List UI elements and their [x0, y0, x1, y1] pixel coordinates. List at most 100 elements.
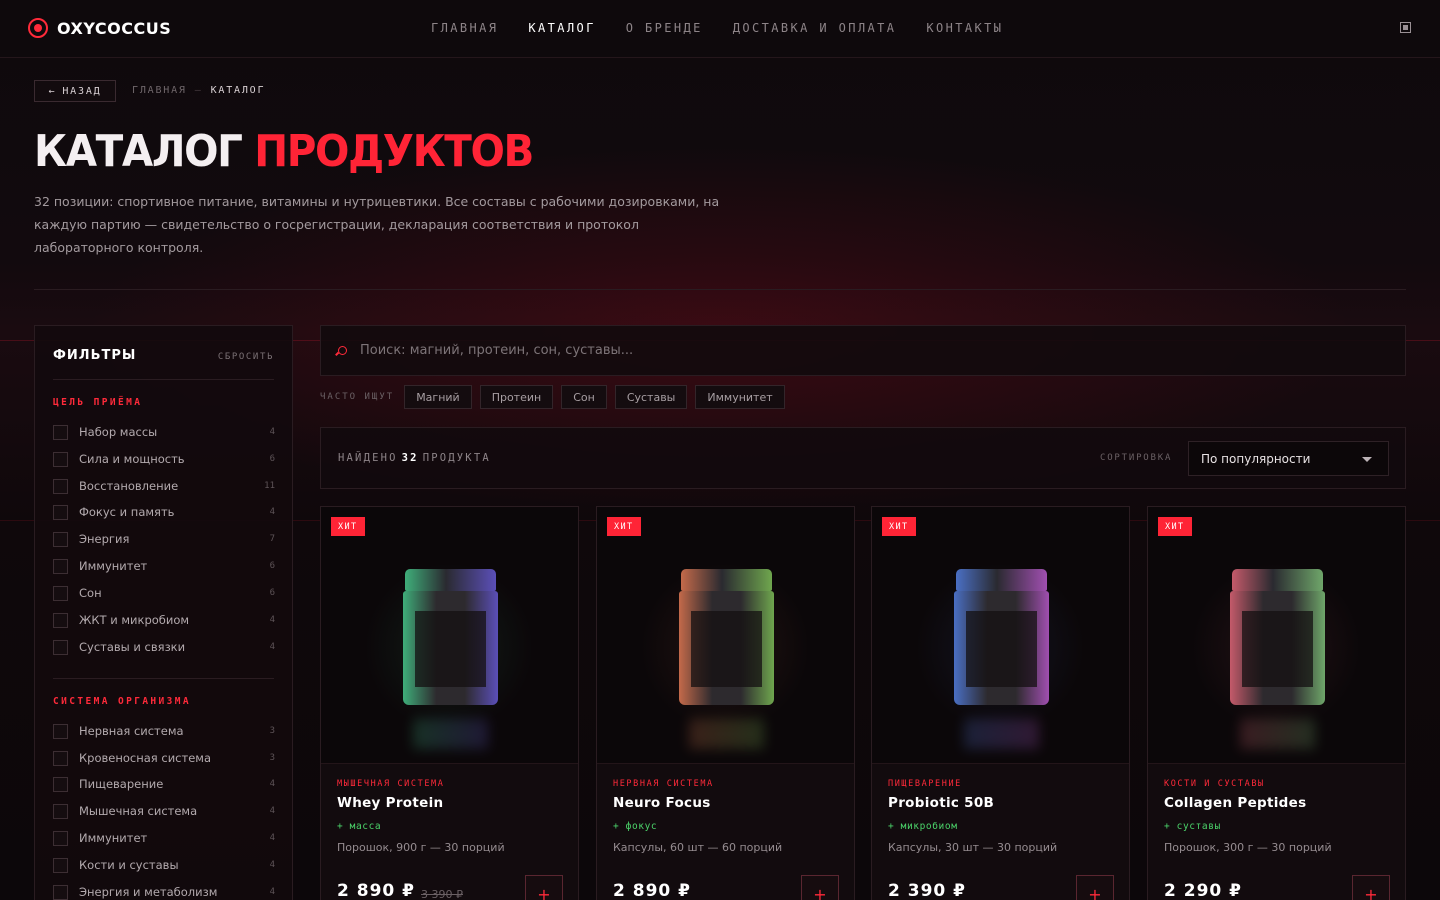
add-to-cart-button[interactable]: + [1076, 875, 1114, 900]
checkbox[interactable] [53, 451, 68, 467]
product-category: КОСТИ И СУСТАВЫ [1164, 779, 1265, 789]
reset-filters-button[interactable]: СБРОСИТЬ [218, 352, 274, 362]
divider [53, 379, 274, 380]
page-title-main: КАТАЛОГ [34, 126, 243, 177]
product-price: 2 890 ₽ [337, 881, 415, 900]
filter-option[interactable]: ЖКТ и микробиом 4 [53, 611, 275, 629]
product-jar-icon [1230, 569, 1325, 749]
checkbox[interactable] [53, 504, 68, 520]
hit-badge: ХИТ [882, 517, 916, 536]
search-chip[interactable]: Суставы [614, 385, 688, 409]
filter-option[interactable]: Фокус и память 4 [53, 503, 275, 521]
filter-option-label: Кровеносная система [79, 751, 211, 765]
product-name[interactable]: Probiotic 50B [888, 795, 994, 811]
product-category: ПИЩЕВАРЕНИЕ [888, 779, 962, 789]
product-price: 2 890 ₽ [613, 881, 691, 900]
checkbox[interactable] [53, 612, 68, 628]
filter-option[interactable]: Кровеносная система 3 [53, 749, 275, 767]
product-card[interactable]: ХИТ ПИЩЕВАРЕНИЕ Probiotic 50B + микробио… [871, 506, 1130, 900]
nav-item-delivery[interactable]: ДОСТАВКА И ОПЛАТА [733, 21, 897, 35]
product-image[interactable]: ХИТ [1148, 507, 1405, 763]
hit-badge: ХИТ [607, 517, 641, 536]
back-button[interactable]: ← НАЗАД [34, 80, 116, 102]
filter-option[interactable]: Кости и суставы 4 [53, 856, 275, 874]
product-card[interactable]: ХИТ МЫШЕЧНАЯ СИСТЕМА Whey Protein + масс… [320, 506, 579, 900]
filter-option-count: 4 [269, 615, 275, 625]
plus-icon: + [1364, 884, 1378, 900]
checkbox[interactable] [53, 585, 68, 601]
checkbox[interactable] [53, 723, 68, 739]
breadcrumb: ГЛАВНАЯ — КАТАЛОГ [132, 85, 265, 96]
filter-option-label: Пищеварение [79, 777, 164, 791]
filter-option[interactable]: Энергия 7 [53, 530, 275, 548]
filters-panel: ФИЛЬТРЫ СБРОСИТЬ ЦЕЛЬ ПРИЁМА Набор массы… [34, 325, 293, 900]
filter-option-count: 6 [269, 454, 275, 464]
filter-option-label: Иммунитет [79, 559, 148, 573]
filter-option[interactable]: Суставы и связки 4 [53, 638, 275, 656]
nav-item-contacts[interactable]: КОНТАКТЫ [926, 21, 1003, 35]
product-name[interactable]: Whey Protein [337, 795, 443, 811]
product-card[interactable]: ХИТ КОСТИ И СУСТАВЫ Collagen Peptides + … [1147, 506, 1406, 900]
breadcrumb-home[interactable]: ГЛАВНАЯ [132, 85, 187, 96]
filter-option-count: 6 [269, 588, 275, 598]
breadcrumb-separator: — [194, 85, 203, 96]
checkbox[interactable] [53, 478, 68, 494]
add-to-cart-button[interactable]: + [525, 875, 563, 900]
filter-option[interactable]: Набор массы 4 [53, 423, 275, 441]
add-to-cart-button[interactable]: + [801, 875, 839, 900]
results-prefix: НАЙДЕНО [338, 452, 398, 464]
filter-option[interactable]: Иммунитет 6 [53, 557, 275, 575]
product-name[interactable]: Collagen Peptides [1164, 795, 1306, 811]
filter-option[interactable]: Энергия и метаболизм 4 [53, 883, 275, 900]
search-input[interactable] [360, 343, 1360, 358]
cart-icon[interactable] [1400, 22, 1411, 33]
product-image[interactable]: ХИТ [321, 507, 578, 763]
product-tag: + фокус [613, 821, 658, 832]
checkbox[interactable] [53, 424, 68, 440]
filters-title: ФИЛЬТРЫ [53, 348, 137, 363]
product-image[interactable]: ХИТ [597, 507, 854, 763]
filter-option[interactable]: Пищеварение 4 [53, 775, 275, 793]
back-label: НАЗАД [62, 85, 102, 97]
product-image[interactable]: ХИТ [872, 507, 1129, 763]
filter-option-count: 4 [269, 779, 275, 789]
breadcrumb-current: КАТАЛОГ [210, 85, 266, 96]
checkbox[interactable] [53, 776, 68, 792]
filter-option[interactable]: Сила и мощность 6 [53, 450, 275, 468]
filter-option-label: ЖКТ и микробиом [79, 613, 190, 627]
brand-name: OXYCOCCUS [57, 18, 172, 38]
filter-option[interactable]: Иммунитет 4 [53, 829, 275, 847]
add-to-cart-button[interactable]: + [1352, 875, 1390, 900]
checkbox[interactable] [53, 750, 68, 766]
brand-logo[interactable]: OXYCOCCUS [28, 18, 171, 38]
filter-option-count: 4 [269, 427, 275, 437]
plus-icon: + [813, 884, 827, 900]
top-navbar: OXYCOCCUS ГЛАВНАЯ КАТАЛОГ О БРЕНДЕ ДОСТА… [0, 0, 1440, 58]
checkbox[interactable] [53, 857, 68, 873]
nav-item-catalog[interactable]: КАТАЛОГ [528, 21, 595, 35]
product-card[interactable]: ХИТ НЕРВНАЯ СИСТЕМА Neuro Focus + фокус … [596, 506, 855, 900]
filter-option[interactable]: Восстановление 11 [53, 477, 275, 495]
search-chip[interactable]: Сон [561, 385, 607, 409]
checkbox[interactable] [53, 884, 68, 900]
checkbox[interactable] [53, 558, 68, 574]
search-chip[interactable]: Протеин [479, 385, 554, 409]
search-chip[interactable]: Магний [404, 385, 472, 409]
product-meta: Порошок, 300 г — 30 порций [1164, 841, 1332, 854]
nav-item-about[interactable]: О БРЕНДЕ [626, 21, 703, 35]
filter-option-count: 3 [269, 726, 275, 736]
checkbox[interactable] [53, 803, 68, 819]
product-old-price: 3 390 ₽ [421, 888, 463, 900]
filter-option-label: Нервная система [79, 724, 184, 738]
sort-dropdown[interactable]: По популярности [1188, 441, 1389, 476]
filter-option[interactable]: Мышечная система 4 [53, 802, 275, 820]
nav-item-home[interactable]: ГЛАВНАЯ [431, 21, 498, 35]
checkbox[interactable] [53, 830, 68, 846]
filter-option-label: Сила и мощность [79, 452, 185, 466]
filter-option[interactable]: Нервная система 3 [53, 722, 275, 740]
filter-option[interactable]: Сон 6 [53, 584, 275, 602]
checkbox[interactable] [53, 639, 68, 655]
checkbox[interactable] [53, 531, 68, 547]
product-name[interactable]: Neuro Focus [613, 795, 711, 811]
search-chip[interactable]: Иммунитет [695, 385, 785, 409]
